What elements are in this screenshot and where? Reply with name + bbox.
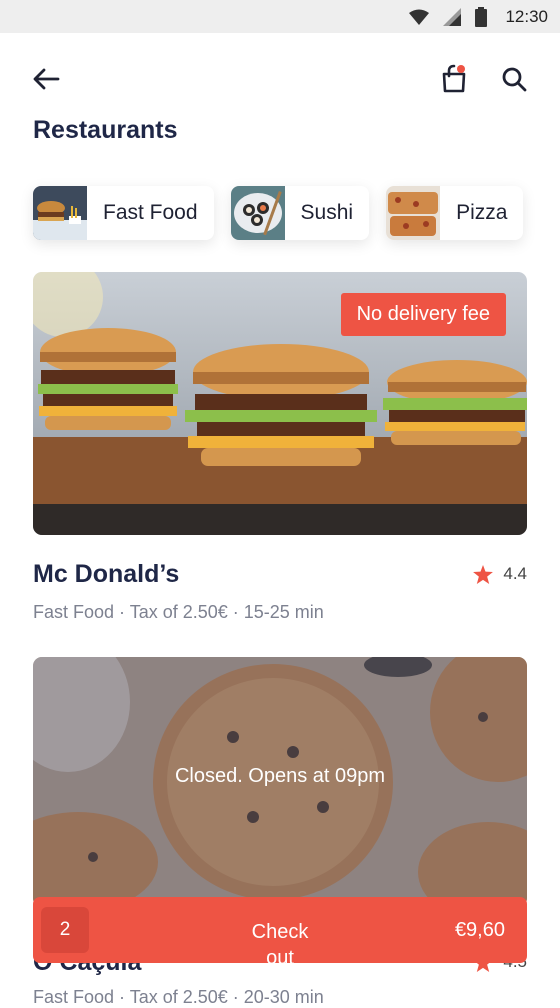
checkout-label: Check out bbox=[251, 921, 309, 969]
page-title: Restaurants bbox=[33, 116, 178, 144]
restaurant-rating: 4.4 bbox=[473, 564, 527, 584]
category-chip-fast-food[interactable]: Fast Food bbox=[33, 186, 214, 240]
back-button[interactable] bbox=[26, 59, 66, 99]
category-chip-pizza[interactable]: Pizza bbox=[386, 186, 524, 240]
category-list: Fast Food Sushi Pizza bbox=[33, 186, 524, 240]
wifi-icon bbox=[409, 9, 430, 25]
closed-text: Closed. Opens at 09pm bbox=[174, 764, 386, 787]
sushi-thumbnail bbox=[230, 186, 285, 240]
back-arrow-icon bbox=[33, 68, 60, 90]
restaurant-name[interactable]: Mc Donald’s bbox=[33, 560, 179, 589]
status-bar: 12:30 bbox=[0, 0, 560, 33]
search-button[interactable] bbox=[494, 59, 534, 99]
app-bar bbox=[0, 33, 560, 125]
fast-food-thumbnail bbox=[33, 186, 87, 240]
category-chip-sushi[interactable]: Sushi bbox=[230, 186, 370, 240]
restaurant-card-image[interactable]: Closed. Opens at 09pm bbox=[33, 657, 527, 907]
cart-button[interactable] bbox=[434, 59, 474, 99]
status-time: 12:30 bbox=[505, 6, 548, 26]
cart-count-badge: 2 bbox=[41, 907, 89, 953]
closed-overlay: Closed. Opens at 09pm bbox=[33, 657, 527, 907]
rating-value: 4.4 bbox=[503, 564, 527, 583]
battery-icon bbox=[475, 6, 488, 27]
signal-icon bbox=[443, 7, 462, 26]
star-icon bbox=[473, 564, 494, 584]
search-icon bbox=[502, 67, 527, 92]
checkout-total: €9,60 bbox=[454, 919, 505, 941]
restaurant-meta: Fast Food · Tax of 2.50€ · 15-25 min bbox=[33, 602, 324, 622]
category-label: Pizza bbox=[456, 201, 508, 224]
pizza-thumbnail bbox=[386, 186, 441, 240]
checkout-button[interactable]: 2 Check out €9,60 bbox=[33, 897, 527, 969]
restaurant-meta: Fast Food · Tax of 2.50€ · 20-30 min bbox=[33, 987, 324, 1007]
category-label: Fast Food bbox=[103, 201, 198, 224]
no-delivery-fee-badge: No delivery fee bbox=[340, 293, 506, 336]
shopping-bag-icon bbox=[442, 64, 466, 93]
restaurant-card-image[interactable]: No delivery fee bbox=[33, 272, 527, 535]
category-label: Sushi bbox=[300, 201, 354, 224]
